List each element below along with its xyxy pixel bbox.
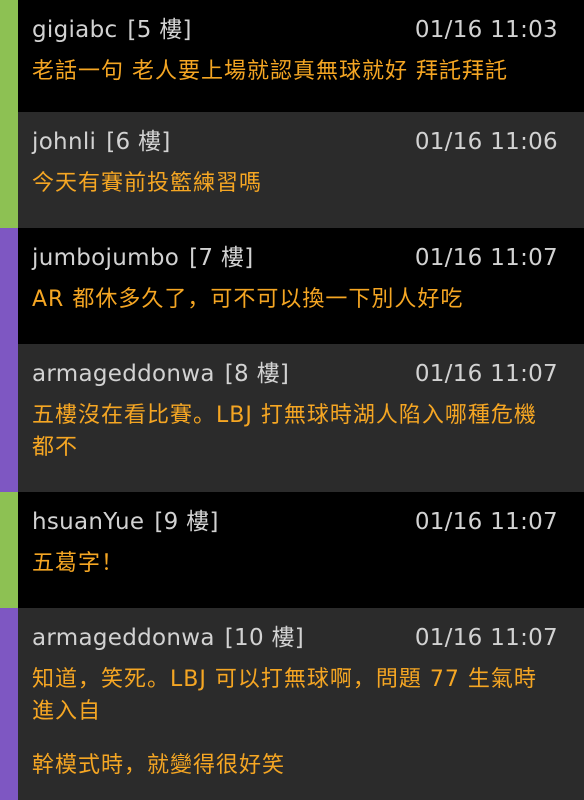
comment-header: armageddonwa [10 樓] 01/16 11:07 (32, 608, 558, 652)
comment-header: johnli [6 樓] 01/16 11:06 (32, 112, 558, 156)
comment-marker-bar (0, 492, 18, 608)
comment-time: 01/16 11:07 (414, 245, 558, 271)
comment-item: hsuanYue [9 樓] 01/16 11:07 五葛字！ (0, 492, 584, 608)
comment-text: 幹模式時，就變得很好笑 (32, 753, 286, 778)
comment-content: 五葛字！ (32, 536, 558, 598)
comment-header: gigiabc [5 樓] 01/16 11:03 (32, 0, 558, 44)
comment-time: 01/16 11:03 (414, 17, 558, 43)
comment-text: 知道，笑死。LBJ 可以打無球啊，問題 77 生氣時進入自 (32, 667, 537, 724)
comment-author[interactable]: jumbojumbo (32, 245, 179, 271)
comment-item: gigiabc [5 樓] 01/16 11:03 老話一句 老人要上場就認真無球… (0, 0, 584, 112)
comment-floor: [5 樓] (127, 17, 192, 43)
comment-author[interactable]: hsuanYue (32, 509, 144, 535)
comment-item: armageddonwa [8 樓] 01/16 11:07 五樓沒在看比賽。LB… (0, 344, 584, 492)
comment-text: 今天有賽前投籃練習嗎 (32, 171, 263, 196)
comment-content: 老話一句 老人要上場就認真無球就好 拜託拜託 (32, 44, 558, 106)
comment-floor: [7 樓] (189, 245, 254, 271)
comment-author[interactable]: gigiabc (32, 17, 117, 43)
comment-floor: [9 樓] (154, 509, 219, 535)
comment-item: armageddonwa [10 樓] 01/16 11:07 知道，笑死。LBJ… (0, 608, 584, 800)
comment-marker-bar (0, 112, 18, 228)
comment-text: 老話一句 老人要上場就認真無球就好 拜託拜託 (32, 59, 508, 84)
comment-author-block: hsuanYue [9 樓] (32, 508, 219, 536)
comment-header: hsuanYue [9 樓] 01/16 11:07 (32, 492, 558, 536)
comment-item: jumbojumbo [7 樓] 01/16 11:07 AR 都休多久了，可不可… (0, 228, 584, 344)
comment-floor: [8 樓] (224, 361, 290, 387)
comment-author[interactable]: armageddonwa (32, 361, 215, 387)
comment-header: armageddonwa [8 樓] 01/16 11:07 (32, 344, 558, 388)
comment-content: AR 都休多久了，可不可以換一下別人好吃 (32, 272, 558, 334)
comment-floor: [10 樓] (224, 625, 305, 651)
comment-marker-bar (0, 0, 18, 112)
comment-author-block: jumbojumbo [7 樓] (32, 244, 253, 272)
comment-text: AR 都休多久了，可不可以換一下別人好吃 (32, 287, 464, 312)
comment-author[interactable]: armageddonwa (32, 625, 215, 651)
comment-time: 01/16 11:07 (414, 361, 558, 387)
comment-marker-bar (0, 344, 18, 492)
comment-content: 五樓沒在看比賽。LBJ 打無球時湖人陷入哪種危機都不 (32, 388, 558, 482)
comment-text: 五葛字！ (32, 551, 125, 576)
comment-header: jumbojumbo [7 樓] 01/16 11:07 (32, 228, 558, 272)
comment-time: 01/16 11:07 (414, 625, 558, 651)
comment-author-block: gigiabc [5 樓] (32, 16, 192, 44)
comment-text: 五樓沒在看比賽。LBJ 打無球時湖人陷入哪種危機都不 (32, 403, 537, 460)
comment-author[interactable]: johnli (32, 129, 96, 155)
comment-time: 01/16 11:06 (414, 129, 558, 155)
comment-content: 今天有賽前投籃練習嗎 (32, 156, 558, 218)
comment-item: johnli [6 樓] 01/16 11:06 今天有賽前投籃練習嗎 (0, 112, 584, 228)
comment-feed: gigiabc [5 樓] 01/16 11:03 老話一句 老人要上場就認真無球… (0, 0, 584, 800)
comment-author-block: johnli [6 樓] (32, 128, 171, 156)
comment-author-block: armageddonwa [10 樓] (32, 624, 304, 652)
comment-floor: [6 樓] (106, 129, 171, 155)
comment-marker-bar (0, 228, 18, 344)
comment-content: 知道，笑死。LBJ 可以打無球啊，問題 77 生氣時進入自 幹模式時，就變得很好… (32, 652, 558, 800)
comment-author-block: armageddonwa [8 樓] (32, 360, 289, 388)
comment-time: 01/16 11:07 (414, 509, 558, 535)
comment-marker-bar (0, 608, 18, 800)
